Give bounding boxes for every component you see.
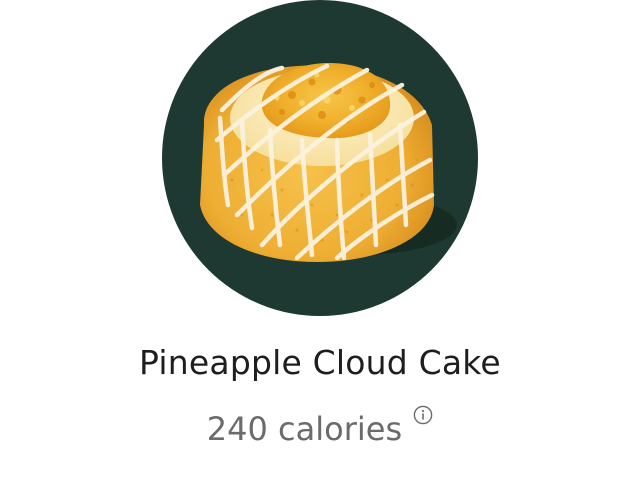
product-card: Pineapple Cloud Cake 240 calories — [0, 0, 640, 485]
calories-text: 240 calories — [206, 410, 403, 448]
calories-row: 240 calories — [0, 405, 640, 448]
cake-illustration — [162, 0, 478, 316]
product-name: Pineapple Cloud Cake — [139, 343, 501, 382]
info-icon[interactable] — [413, 405, 433, 425]
product-image — [162, 0, 478, 316]
